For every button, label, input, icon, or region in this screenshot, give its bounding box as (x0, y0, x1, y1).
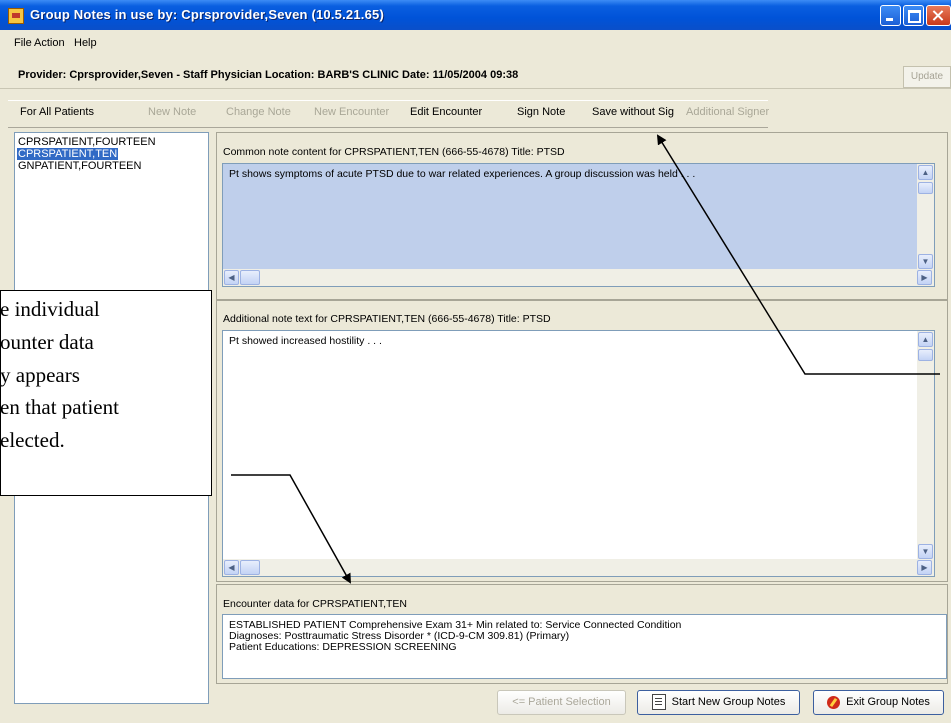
arrow-to-save-without-sig (656, 134, 940, 375)
arrow-to-encounter (231, 474, 351, 584)
annotation-arrows (231, 134, 940, 584)
